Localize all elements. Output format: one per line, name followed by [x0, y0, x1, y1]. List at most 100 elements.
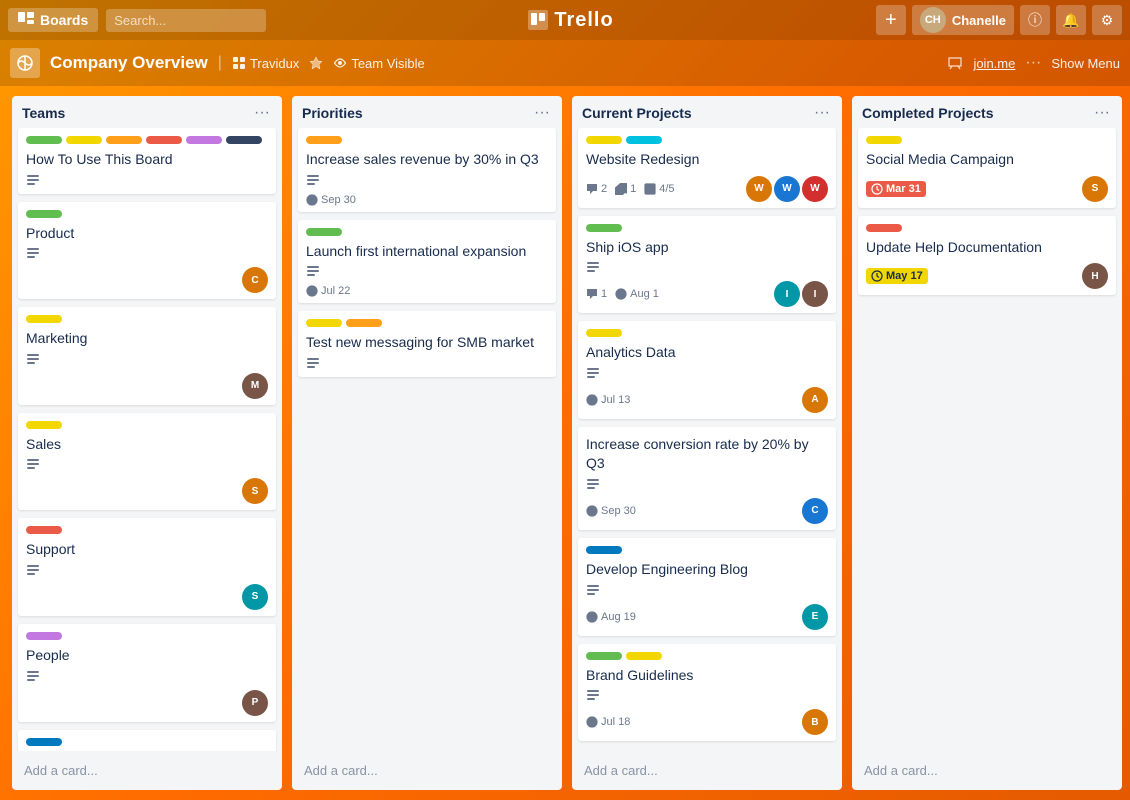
- card-sales[interactable]: Sales S: [18, 413, 276, 511]
- card-how-to-use[interactable]: How To Use This Board: [18, 128, 276, 194]
- add-card-button[interactable]: Add a card...: [18, 759, 276, 782]
- list-menu-button[interactable]: ···: [1092, 104, 1112, 122]
- visibility-badge[interactable]: Team Visible: [333, 56, 424, 71]
- list-completed-projects: Completed Projects ···Social Media Campa…: [852, 96, 1122, 790]
- card-badges: May 17: [866, 268, 928, 284]
- nav-center: Trello: [274, 9, 868, 32]
- card-members: P: [242, 690, 268, 716]
- workspace-name: Travidux: [250, 56, 299, 71]
- add-card-button[interactable]: Add a card...: [578, 759, 836, 782]
- card-brand[interactable]: Brand Guidelines Jul 18 B: [578, 644, 836, 742]
- card-desc-icon: [306, 357, 548, 371]
- card-badges: Sep 30: [306, 194, 356, 206]
- card-badge-comment: 1: [586, 288, 607, 300]
- card-members: S: [242, 584, 268, 610]
- card-due-badge: Aug 19: [586, 611, 636, 623]
- boards-button[interactable]: Boards: [8, 8, 98, 32]
- card-help-docs[interactable]: Update Help Documentation May 17 H: [858, 216, 1116, 296]
- card-desc-icon: [586, 584, 828, 598]
- list-menu-button[interactable]: ···: [532, 104, 552, 122]
- card-it[interactable]: IT I: [18, 730, 276, 751]
- card-due-badge: Jul 18: [586, 716, 630, 728]
- card-due-badge: Sep 30: [306, 194, 356, 206]
- card-support[interactable]: Support S: [18, 518, 276, 616]
- card-label: [26, 421, 62, 429]
- card-sales-revenue[interactable]: Increase sales revenue by 30% in Q3 Sep …: [298, 128, 556, 212]
- card-member-avatar: S: [242, 584, 268, 610]
- card-footer: 2 1 4/5 WWW: [586, 176, 828, 202]
- show-menu-button[interactable]: Show Menu: [1051, 56, 1120, 71]
- top-nav: Boards Trello + CH Chanelle ⓘ 🔔 ⚙: [0, 0, 1130, 40]
- card-footer: M: [26, 373, 268, 399]
- card-badges: Jul 18: [586, 716, 630, 728]
- card-product[interactable]: Product C: [18, 202, 276, 300]
- card-conversion[interactable]: Increase conversion rate by 20% by Q3 Se…: [578, 427, 836, 530]
- add-card-button[interactable]: Add a card...: [298, 759, 556, 782]
- card-labels: [586, 224, 828, 232]
- card-members: M: [242, 373, 268, 399]
- card-people[interactable]: People P: [18, 624, 276, 722]
- card-title: People: [26, 646, 268, 666]
- card-title: Support: [26, 540, 268, 560]
- card-footer: 1 Aug 1 II: [586, 281, 828, 307]
- card-title: Brand Guidelines: [586, 666, 828, 686]
- card-badges: 1 Aug 1: [586, 288, 659, 300]
- card-member-avatar: I: [774, 281, 800, 307]
- card-international[interactable]: Launch first international expansion Jul…: [298, 220, 556, 304]
- user-menu-button[interactable]: CH Chanelle: [912, 5, 1014, 35]
- card-member-avatar: W: [774, 176, 800, 202]
- card-label: [106, 136, 142, 144]
- card-website-redesign[interactable]: Website Redesign 2 1 4/5 WWW: [578, 128, 836, 208]
- trello-text: Trello: [554, 9, 613, 32]
- card-members: B: [802, 709, 828, 735]
- card-desc-icon: [586, 478, 828, 492]
- card-labels: [26, 421, 268, 429]
- star-button[interactable]: [309, 56, 323, 70]
- card-label: [26, 136, 62, 144]
- workspace-link[interactable]: Travidux: [232, 56, 299, 71]
- card-label: [26, 738, 62, 746]
- settings-button[interactable]: ⚙: [1092, 5, 1122, 35]
- card-footer: Mar 31 S: [866, 176, 1108, 202]
- card-ship-ios[interactable]: Ship iOS app 1 Aug 1 II: [578, 216, 836, 314]
- card-footer: S: [26, 478, 268, 504]
- card-desc-icon: [26, 458, 268, 472]
- card-badge-attachment: 1: [615, 183, 636, 195]
- list-current-projects: Current Projects ···Website Redesign 2 1…: [572, 96, 842, 790]
- add-button[interactable]: +: [876, 5, 906, 35]
- card-badges: Mar 31: [866, 181, 926, 197]
- card-badges: Sep 30: [586, 505, 636, 517]
- card-smb-market[interactable]: Test new messaging for SMB market: [298, 311, 556, 377]
- card-badges: 2 1 4/5: [586, 183, 675, 195]
- list-title: Teams: [22, 105, 65, 121]
- card-label: [586, 329, 622, 337]
- card-members: II: [774, 281, 828, 307]
- card-label: [586, 652, 622, 660]
- card-title: Increase conversion rate by 20% by Q3: [586, 435, 828, 474]
- board-canvas: Teams ··· How To Use This Board Product C…: [0, 86, 1130, 800]
- card-social-media[interactable]: Social Media Campaign Mar 31 S: [858, 128, 1116, 208]
- card-labels: [26, 526, 268, 534]
- card-analytics[interactable]: Analytics Data Jul 13 A: [578, 321, 836, 419]
- card-member-avatar: I: [802, 281, 828, 307]
- card-label: [186, 136, 222, 144]
- card-labels: [26, 136, 268, 144]
- card-label: [586, 136, 622, 144]
- list-menu-button[interactable]: ···: [812, 104, 832, 122]
- card-marketing[interactable]: Marketing M: [18, 307, 276, 405]
- card-eng-blog[interactable]: Develop Engineering Blog Aug 19 E: [578, 538, 836, 636]
- card-label: [226, 136, 262, 144]
- list-menu-button[interactable]: ···: [252, 104, 272, 122]
- notifications-button[interactable]: 🔔: [1056, 5, 1086, 35]
- info-button[interactable]: ⓘ: [1020, 5, 1050, 35]
- list-cards: Increase sales revenue by 30% in Q3 Sep …: [292, 128, 562, 751]
- list-priorities: Priorities ···Increase sales revenue by …: [292, 96, 562, 790]
- card-badge-comment: 2: [586, 183, 607, 195]
- joinme-link[interactable]: join.me: [973, 56, 1015, 71]
- card-label: [586, 224, 622, 232]
- card-title: Test new messaging for SMB market: [306, 333, 548, 353]
- card-footer: Sep 30 C: [586, 498, 828, 524]
- search-input[interactable]: [106, 9, 266, 32]
- add-card-button[interactable]: Add a card...: [858, 759, 1116, 782]
- card-member-avatar: C: [242, 267, 268, 293]
